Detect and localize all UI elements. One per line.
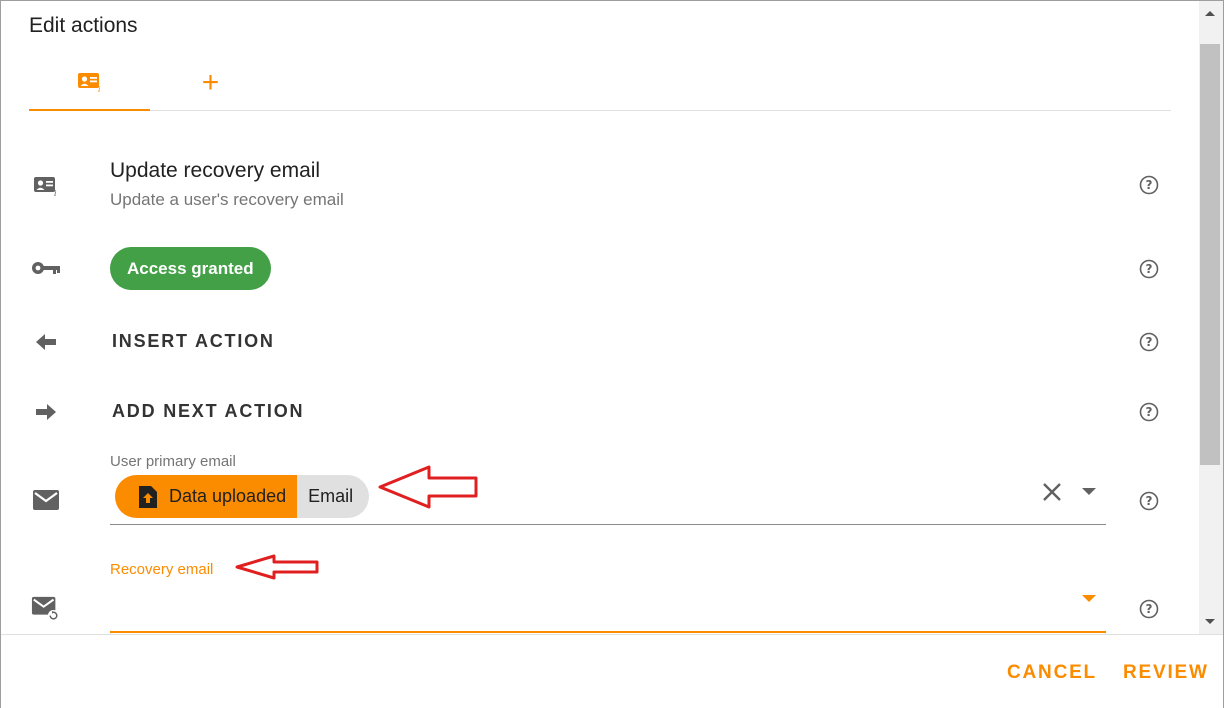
recovery-email-input[interactable] [110, 591, 1106, 631]
tab-action-details[interactable]: i [29, 59, 150, 111]
help-icon[interactable]: ? [1138, 331, 1160, 353]
primary-email-label: User primary email [110, 453, 236, 470]
dropdown-caret-icon[interactable] [1082, 488, 1096, 495]
svg-text:?: ? [1146, 335, 1153, 349]
clear-icon[interactable] [1040, 480, 1064, 504]
help-icon[interactable]: ? [1138, 174, 1160, 196]
svg-text:?: ? [1146, 405, 1153, 419]
cancel-button[interactable]: CANCEL [1007, 662, 1097, 684]
svg-text:?: ? [1146, 262, 1153, 276]
svg-text:?: ? [1146, 602, 1153, 616]
help-icon[interactable]: ? [1138, 401, 1160, 423]
chip-source: Data uploaded [115, 475, 298, 518]
insert-action-button[interactable]: INSERT ACTION [112, 331, 275, 352]
arrow-right-icon [31, 397, 61, 427]
plus-icon: + [201, 66, 220, 99]
svg-text:i: i [98, 85, 101, 93]
add-next-action-button[interactable]: ADD NEXT ACTION [112, 401, 304, 422]
dialog-footer: CANCEL REVIEW [1, 634, 1223, 708]
primary-email-underline [110, 524, 1106, 525]
scroll-down-icon[interactable] [1205, 619, 1215, 624]
mail-icon [31, 485, 61, 515]
tab-bar: i + [29, 59, 1171, 111]
review-button[interactable]: REVIEW [1123, 662, 1209, 684]
annotation-arrow [378, 465, 478, 509]
help-icon[interactable]: ? [1138, 258, 1160, 280]
help-icon[interactable]: ? [1138, 598, 1160, 620]
access-granted-badge: Access granted [110, 247, 271, 290]
contact-card-icon: i [77, 71, 103, 98]
contact-card-icon: i [31, 171, 61, 201]
file-upload-icon [139, 485, 157, 508]
action-title: Update recovery email [110, 159, 321, 182]
dropdown-caret-icon[interactable] [1082, 595, 1096, 602]
annotation-arrow [235, 554, 319, 580]
svg-text:?: ? [1146, 494, 1153, 508]
recovery-email-label: Recovery email [110, 561, 214, 578]
edit-actions-dialog: Edit actions i + i Update recovery email… [0, 0, 1224, 708]
chip-source-label: Data uploaded [169, 486, 287, 506]
scroll-thumb[interactable] [1200, 44, 1220, 465]
svg-text:i: i [54, 189, 57, 197]
dialog-title: Edit actions [29, 14, 138, 37]
key-icon [31, 253, 61, 283]
primary-email-chip[interactable]: Data uploaded Email [115, 475, 370, 518]
arrow-left-icon [31, 327, 61, 357]
help-icon[interactable]: ? [1138, 490, 1160, 512]
scroll-up-icon[interactable] [1205, 11, 1215, 16]
recovery-email-underline [110, 631, 1106, 633]
svg-text:?: ? [1146, 178, 1153, 192]
scrollbar[interactable] [1199, 1, 1223, 634]
mail-refresh-icon [31, 594, 61, 624]
action-subtitle: Update a user's recovery email [110, 190, 344, 209]
tab-add[interactable]: + [150, 59, 271, 111]
chip-value: Email [297, 475, 370, 518]
